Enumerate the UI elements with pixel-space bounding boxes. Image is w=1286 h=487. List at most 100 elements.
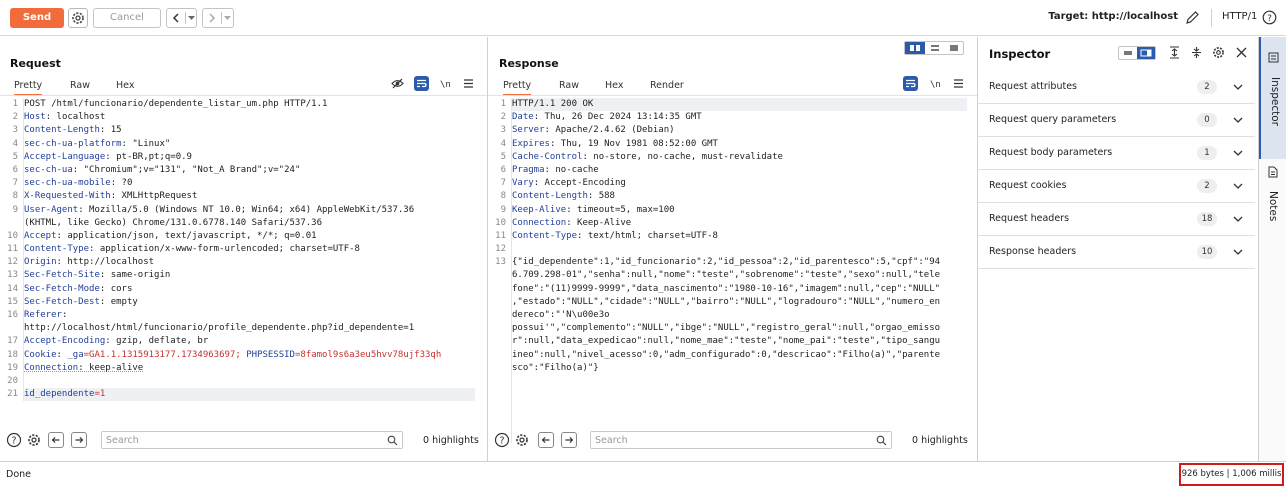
layout-stacked-icon[interactable] — [925, 42, 945, 54]
hide-nonprinting-icon[interactable] — [391, 77, 404, 90]
request-editor[interactable]: 1 2 3 4 5 6 7 8 9 10 11 12 13 14 15 16 1… — [0, 98, 482, 443]
response-body-line: ineo":null,"nivel_acesso":0,"adm_configu… — [512, 349, 941, 360]
tab-hex[interactable]: Hex — [116, 77, 134, 94]
line-number: 11 — [7, 244, 18, 255]
line-number: 2 — [12, 112, 18, 123]
response-body-line: ,"estado":"NULL","cidade":"NULL","bairro… — [512, 296, 941, 307]
inspector-row-request-attributes[interactable]: Request attributes 2 — [978, 71, 1255, 104]
close-icon[interactable] — [1236, 47, 1247, 58]
request-line: Sec-Fetch-Dest: empty — [24, 296, 138, 307]
next-match-icon[interactable] — [561, 432, 577, 448]
wrap-lines-icon[interactable] — [414, 76, 429, 91]
help-icon[interactable]: ? — [1262, 10, 1277, 25]
target-label: Target: http://localhost — [1048, 11, 1178, 22]
gear-icon[interactable] — [1212, 46, 1225, 59]
layout-tabs-icon[interactable] — [945, 42, 963, 54]
line-number: 9 — [12, 204, 18, 215]
request-line: sec-ch-ua-mobile: ?0 — [24, 178, 133, 189]
request-line: Accept: application/json, text/javascrip… — [24, 230, 317, 241]
inspector-row-label: Response headers — [989, 246, 1077, 257]
inspector-row-response-headers[interactable]: Response headers 10 — [978, 236, 1255, 269]
line-number: 3 — [500, 125, 506, 136]
chevron-left-icon[interactable] — [170, 12, 182, 24]
inspector-row-body-parameters[interactable]: Request body parameters 1 — [978, 137, 1255, 170]
response-body-line: fone":"(11)9999-9999","data_nascimento":… — [512, 283, 941, 294]
line-number-gutter: 1 2 3 4 5 6 7 8 9 10 11 12 13 14 15 16 1… — [0, 98, 18, 401]
tab-render[interactable]: Render — [650, 77, 684, 94]
help-icon[interactable]: ? — [494, 432, 510, 448]
response-header-line: Server: Apache/2.4.62 (Debian) — [512, 125, 675, 136]
line-number: 12 — [7, 257, 18, 268]
line-number: 8 — [500, 191, 506, 202]
line-number: 10 — [495, 217, 506, 228]
line-number: 6 — [12, 164, 18, 175]
previous-match-icon[interactable] — [538, 432, 554, 448]
response-header-line: Connection: Keep-Alive — [512, 217, 632, 228]
body-line: id_dependente=1 — [24, 388, 475, 402]
tab-hex[interactable]: Hex — [605, 77, 623, 94]
inspector-row-request-headers[interactable]: Request headers 18 — [978, 203, 1255, 236]
tab-pretty[interactable]: Pretty — [14, 77, 43, 96]
layout-toggle-group — [904, 41, 964, 55]
line-number: 4 — [12, 138, 18, 149]
chevron-right-icon[interactable] — [206, 12, 218, 24]
search-icon — [876, 435, 887, 446]
search-placeholder: Search — [595, 435, 628, 446]
request-line: Host: localhost — [24, 112, 106, 123]
settings-gear-button[interactable] — [68, 8, 88, 28]
gear-icon[interactable] — [514, 432, 530, 448]
next-match-icon[interactable] — [71, 432, 87, 448]
response-pane: Response Pretty Raw Hex Render \n 1 2 3 … — [488, 37, 977, 461]
line-number: 4 — [500, 138, 506, 149]
response-body-line: 6.709.298-01","senha":null,"nome":"teste… — [512, 270, 941, 281]
http-version-toggle[interactable]: HTTP/1 — [1222, 11, 1257, 22]
sort-icon[interactable] — [1169, 46, 1180, 59]
inspector-row-label: Request headers — [989, 213, 1070, 224]
response-editor[interactable]: 1 2 3 4 5 6 7 8 9 10 11 12 13 HTTP/1.1 2… — [488, 98, 972, 443]
svg-text:?: ? — [1267, 14, 1272, 24]
rail-tab-notes[interactable]: Notes — [1259, 161, 1286, 261]
request-line: Sec-Fetch-Site: same-origin — [24, 270, 171, 281]
count-badge: 2 — [1197, 80, 1217, 94]
response-title: Response — [499, 57, 559, 70]
chevron-down-icon — [1233, 117, 1243, 123]
dropdown-arrow-icon[interactable] — [188, 14, 195, 22]
rail-tab-inspector[interactable]: Inspector — [1259, 37, 1286, 159]
layout-side-by-side-icon[interactable] — [905, 42, 925, 54]
dropdown-arrow-icon[interactable] — [224, 14, 231, 22]
svg-text:\n: \n — [440, 80, 451, 89]
line-number: 21 — [7, 389, 18, 400]
svg-text:?: ? — [499, 436, 504, 447]
request-line: sec-ch-ua-platform: "Linux" — [24, 138, 171, 149]
edit-target-icon[interactable] — [1185, 10, 1200, 25]
tab-raw[interactable]: Raw — [70, 77, 90, 94]
inspector-row-query-parameters[interactable]: Request query parameters 0 — [978, 104, 1255, 137]
inspector-view-toggle — [1118, 46, 1156, 60]
response-search-input[interactable]: Search — [590, 431, 892, 449]
menu-icon[interactable] — [464, 79, 473, 88]
newline-icon[interactable]: \n — [930, 78, 941, 89]
count-badge: 0 — [1197, 113, 1217, 127]
split-view-icon[interactable] — [1137, 47, 1155, 59]
inspector-row-cookies[interactable]: Request cookies 2 — [978, 170, 1255, 203]
tab-raw[interactable]: Raw — [559, 77, 579, 94]
request-line: X-Requested-With: XMLHttpRequest — [24, 191, 198, 202]
gear-icon[interactable] — [26, 432, 42, 448]
list-view-icon[interactable] — [1119, 47, 1137, 59]
count-badge: 10 — [1197, 245, 1217, 259]
tab-pretty[interactable]: Pretty — [503, 77, 532, 96]
wrap-lines-icon[interactable] — [903, 76, 918, 91]
previous-match-icon[interactable] — [48, 432, 64, 448]
response-header-line: Date: Thu, 26 Dec 2024 13:14:35 GMT — [512, 112, 702, 123]
inspector-icon — [1268, 52, 1279, 63]
split-icon[interactable] — [1191, 46, 1202, 59]
send-button[interactable]: Send — [10, 8, 64, 28]
cancel-button[interactable]: Cancel — [93, 8, 161, 28]
line-number: 15 — [7, 296, 18, 307]
newline-icon[interactable]: \n — [440, 78, 451, 89]
menu-icon[interactable] — [954, 79, 963, 88]
line-number: 17 — [7, 336, 18, 347]
help-icon[interactable]: ? — [6, 432, 22, 448]
line-number: 16 — [7, 310, 18, 320]
request-search-input[interactable]: Search — [101, 431, 403, 449]
